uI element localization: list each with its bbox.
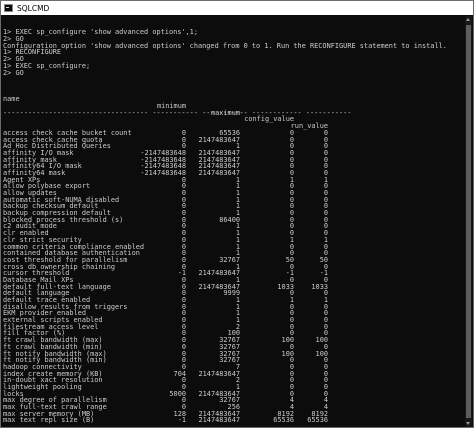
scroll-up-arrow-icon[interactable] <box>466 18 470 21</box>
header-config-value: config_value <box>244 115 294 124</box>
cell-maximum: 2147483647 <box>198 416 241 425</box>
cell-minimum: -2147483648 <box>140 168 186 177</box>
window-title: SQLCMD <box>17 3 50 13</box>
console-output[interactable]: 1> EXEC sp_configure 'show advanced opti… <box>3 16 465 427</box>
console-line: 1> EXEC sp_configure; <box>3 61 91 70</box>
cell-maximum: 2147483647 <box>198 135 241 144</box>
cell-name: max text repl size (B) <box>3 416 95 425</box>
header-name: name <box>3 95 20 104</box>
console-line: 2> GO <box>3 68 24 77</box>
console-line: Configuration option 'show advanced opti… <box>3 41 447 50</box>
header-maximum: maximum <box>210 108 240 117</box>
vertical-scrollbar[interactable] <box>465 16 472 427</box>
table-row: blocked process threshold (s) 0 86400 0 0 <box>3 216 465 224</box>
console-line: 1> RECONFIGURE <box>3 48 62 57</box>
table-row: c2 audit mode 0 1 0 0 <box>3 223 465 230</box>
sqlcmd-window: SQLCMD 1> EXEC sp_configure 'show advanc… <box>0 0 474 428</box>
table-row: max text repl size (B) -1 2147483647 65536 6… <box>3 417 465 424</box>
cell-minimum: -1 <box>177 416 186 425</box>
scrollbar-thumb[interactable] <box>466 25 471 418</box>
cell-config-value: 65536 <box>273 416 294 425</box>
scroll-down-arrow-icon[interactable] <box>466 422 470 425</box>
table-header-row: name minimum maximum config_value run_va… <box>3 90 465 129</box>
table-row: allow polybase export 0 1 0 0 <box>3 183 465 190</box>
cell-maximum: 2147483647 <box>198 269 241 278</box>
header-minimum: minimum <box>156 102 186 111</box>
table-row: affinity64 mask -2147483648 2147483647 0 0 <box>3 170 465 177</box>
title-bar[interactable]: SQLCMD <box>1 1 473 15</box>
cell-maximum: 2147483647 <box>198 168 241 177</box>
cell-maximum: 2147483647 <box>198 369 241 378</box>
console-line: 1> EXEC sp_configure 'show advanced opti… <box>3 28 198 37</box>
console-app-icon <box>4 4 13 12</box>
cell-run-value: 65536 <box>307 416 328 425</box>
